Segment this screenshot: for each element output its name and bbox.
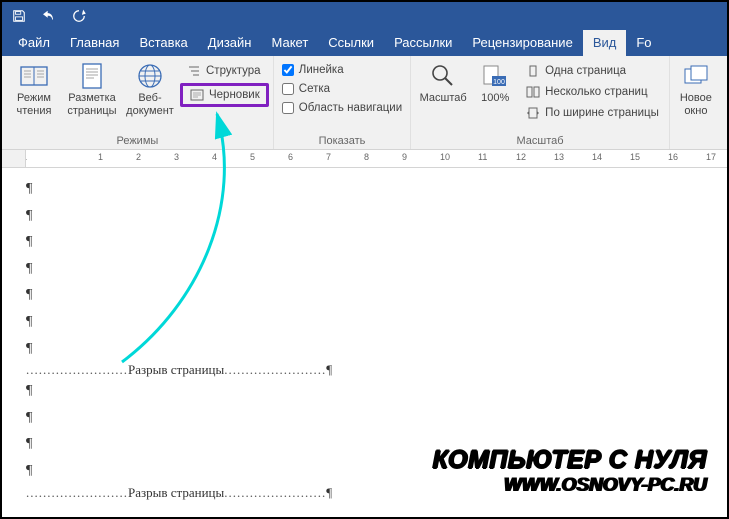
tab-extra[interactable]: Fo (626, 30, 661, 56)
page-break-marker: ........................ Разрыв страницы… (26, 362, 703, 378)
print-layout-button[interactable]: Разметка страницы (64, 58, 120, 117)
save-icon[interactable] (8, 5, 30, 27)
group-zoom-label: Масштаб (415, 135, 665, 149)
ribbon-tabs: Файл Главная Вставка Дизайн Макет Ссылки… (2, 30, 727, 56)
one-page-label: Одна страница (545, 65, 626, 77)
ruler-strip: 11234567891011121314151617 (26, 150, 727, 167)
tab-view[interactable]: Вид (583, 30, 627, 56)
paragraph-mark: ¶ (26, 336, 703, 363)
tab-mailings[interactable]: Рассылки (384, 30, 462, 56)
group-zoom: Масштаб 100 100% Одна страница Нескол (411, 56, 670, 149)
new-window-icon (680, 62, 712, 90)
paragraph-mark: ¶ (26, 203, 703, 230)
paragraph-mark: ¶ (26, 229, 703, 256)
group-show-label: Показать (278, 135, 406, 149)
new-window-label: Новое окно (674, 92, 718, 117)
tab-references[interactable]: Ссылки (318, 30, 384, 56)
tab-design[interactable]: Дизайн (198, 30, 262, 56)
zoom-button[interactable]: Масштаб (415, 58, 471, 105)
read-mode-button[interactable]: Режим чтения (6, 58, 62, 117)
multi-page-button[interactable]: Несколько страниц (519, 83, 665, 101)
grid-checkbox[interactable]: Сетка (278, 81, 406, 97)
multi-page-icon (525, 85, 541, 99)
read-mode-label: Режим чтения (6, 92, 62, 117)
page-width-label: По ширине страницы (545, 107, 659, 119)
zoom-100-button[interactable]: 100 100% (473, 58, 517, 105)
paragraph-mark: ¶ (26, 309, 703, 336)
paragraph-mark: ¶ (26, 282, 703, 309)
group-views: Режим чтения Разметка страницы Веб-докум… (2, 56, 274, 149)
outline-icon (186, 64, 202, 78)
tab-review[interactable]: Рецензирование (462, 30, 582, 56)
tab-home[interactable]: Главная (60, 30, 129, 56)
group-window: Новое окно (670, 56, 722, 149)
zoom-icon (427, 62, 459, 90)
draft-button[interactable]: Черновик (180, 83, 269, 107)
page-width-icon (525, 106, 541, 120)
multi-page-label: Несколько страниц (545, 86, 647, 98)
ruler-corner (2, 150, 26, 167)
tab-layout[interactable]: Макет (261, 30, 318, 56)
zoom-100-icon: 100 (479, 62, 511, 90)
redo-icon[interactable] (68, 5, 90, 27)
page-width-button[interactable]: По ширине страницы (519, 104, 665, 122)
web-layout-button[interactable]: Веб-документ (122, 58, 178, 117)
read-mode-icon (18, 62, 50, 90)
watermark-title: КОМПЬЮТЕР С НУЛЯ (433, 446, 707, 475)
watermark: КОМПЬЮТЕР С НУЛЯ WWW.OSNOVY-PC.RU (433, 446, 707, 497)
ruler-checkbox[interactable]: Линейка (278, 62, 406, 78)
draft-label: Черновик (209, 89, 260, 101)
one-page-button[interactable]: Одна страница (519, 62, 665, 80)
quick-access-toolbar (2, 2, 727, 30)
one-page-icon (525, 64, 541, 78)
print-layout-label: Разметка страницы (64, 92, 120, 117)
paragraph-mark: ¶ (26, 176, 703, 203)
web-layout-label: Веб-документ (122, 92, 178, 117)
group-views-label: Режимы (6, 135, 269, 149)
zoom-100-label: 100% (481, 92, 509, 105)
draft-icon (189, 88, 205, 102)
group-show: Линейка Сетка Область навигации Показать (274, 56, 411, 149)
undo-icon[interactable] (38, 5, 60, 27)
paragraph-mark: ¶ (26, 378, 703, 405)
svg-text:100: 100 (493, 79, 505, 86)
zoom-label: Масштаб (420, 92, 467, 105)
outline-label: Структура (206, 65, 261, 77)
paragraph-mark: ¶ (26, 405, 703, 432)
ribbon: Режим чтения Разметка страницы Веб-докум… (2, 56, 727, 150)
new-window-button[interactable]: Новое окно (674, 58, 718, 117)
tab-file[interactable]: Файл (8, 30, 60, 56)
paragraph-mark: ¶ (26, 256, 703, 283)
tab-insert[interactable]: Вставка (129, 30, 197, 56)
watermark-url: WWW.OSNOVY-PC.RU (433, 475, 707, 497)
print-layout-icon (76, 62, 108, 90)
nav-checkbox[interactable]: Область навигации (278, 100, 406, 116)
web-layout-icon (134, 62, 166, 90)
outline-button[interactable]: Структура (180, 62, 269, 80)
horizontal-ruler[interactable]: 11234567891011121314151617 (2, 150, 727, 168)
